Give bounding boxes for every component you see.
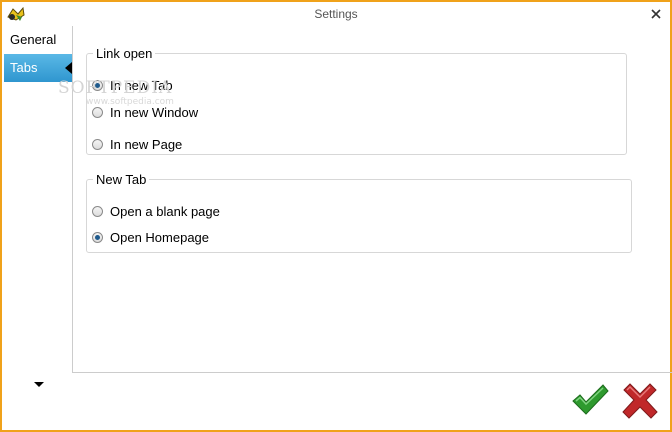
new-tab-legend: New Tab: [96, 172, 147, 187]
sidebar: General Tabs: [2, 26, 73, 387]
sidebar-item-tabs[interactable]: Tabs: [4, 54, 72, 82]
radio-in-new-tab[interactable]: In new Tab: [92, 75, 173, 95]
radio-button[interactable]: [92, 205, 103, 217]
radio-label: In new Tab: [110, 77, 173, 93]
new-tab-group: New Tab Open a blank page Open Homepage: [86, 172, 632, 253]
radio-open-blank-page[interactable]: Open a blank page: [92, 201, 220, 221]
window-title: Settings: [314, 7, 358, 21]
radio-button[interactable]: [92, 138, 103, 150]
active-indicator-arrow-icon: [65, 62, 72, 74]
radio-label: Open Homepage: [110, 229, 210, 245]
scroll-down-arrow-icon[interactable]: [34, 382, 44, 387]
title-bar: Settings: [2, 2, 670, 26]
tabs-settings-panel: Link open In new Tab In new Window In ne…: [73, 26, 670, 372]
radio-in-new-page[interactable]: In new Page: [92, 134, 182, 154]
radio-button[interactable]: [92, 106, 103, 118]
radio-label: Open a blank page: [110, 203, 220, 219]
sidebar-item-label: Tabs: [10, 60, 38, 75]
cancel-x-button[interactable]: [618, 382, 662, 420]
radio-in-new-window[interactable]: In new Window: [92, 102, 198, 122]
divider: [72, 372, 672, 373]
sidebar-item-general[interactable]: General: [4, 26, 72, 54]
radio-button[interactable]: [92, 79, 103, 91]
radio-label: In new Window: [110, 104, 199, 120]
radio-open-homepage[interactable]: Open Homepage: [92, 227, 209, 247]
link-open-group: Link open In new Tab In new Window In ne…: [86, 46, 627, 155]
radio-label: In new Page: [110, 136, 183, 152]
radio-button[interactable]: [92, 231, 103, 243]
close-icon[interactable]: [648, 6, 664, 22]
ok-check-button[interactable]: [570, 382, 610, 418]
sidebar-item-label: General: [10, 32, 57, 47]
settings-window: Settings General Tabs Link open In new T…: [0, 0, 672, 432]
link-open-legend: Link open: [96, 46, 153, 61]
